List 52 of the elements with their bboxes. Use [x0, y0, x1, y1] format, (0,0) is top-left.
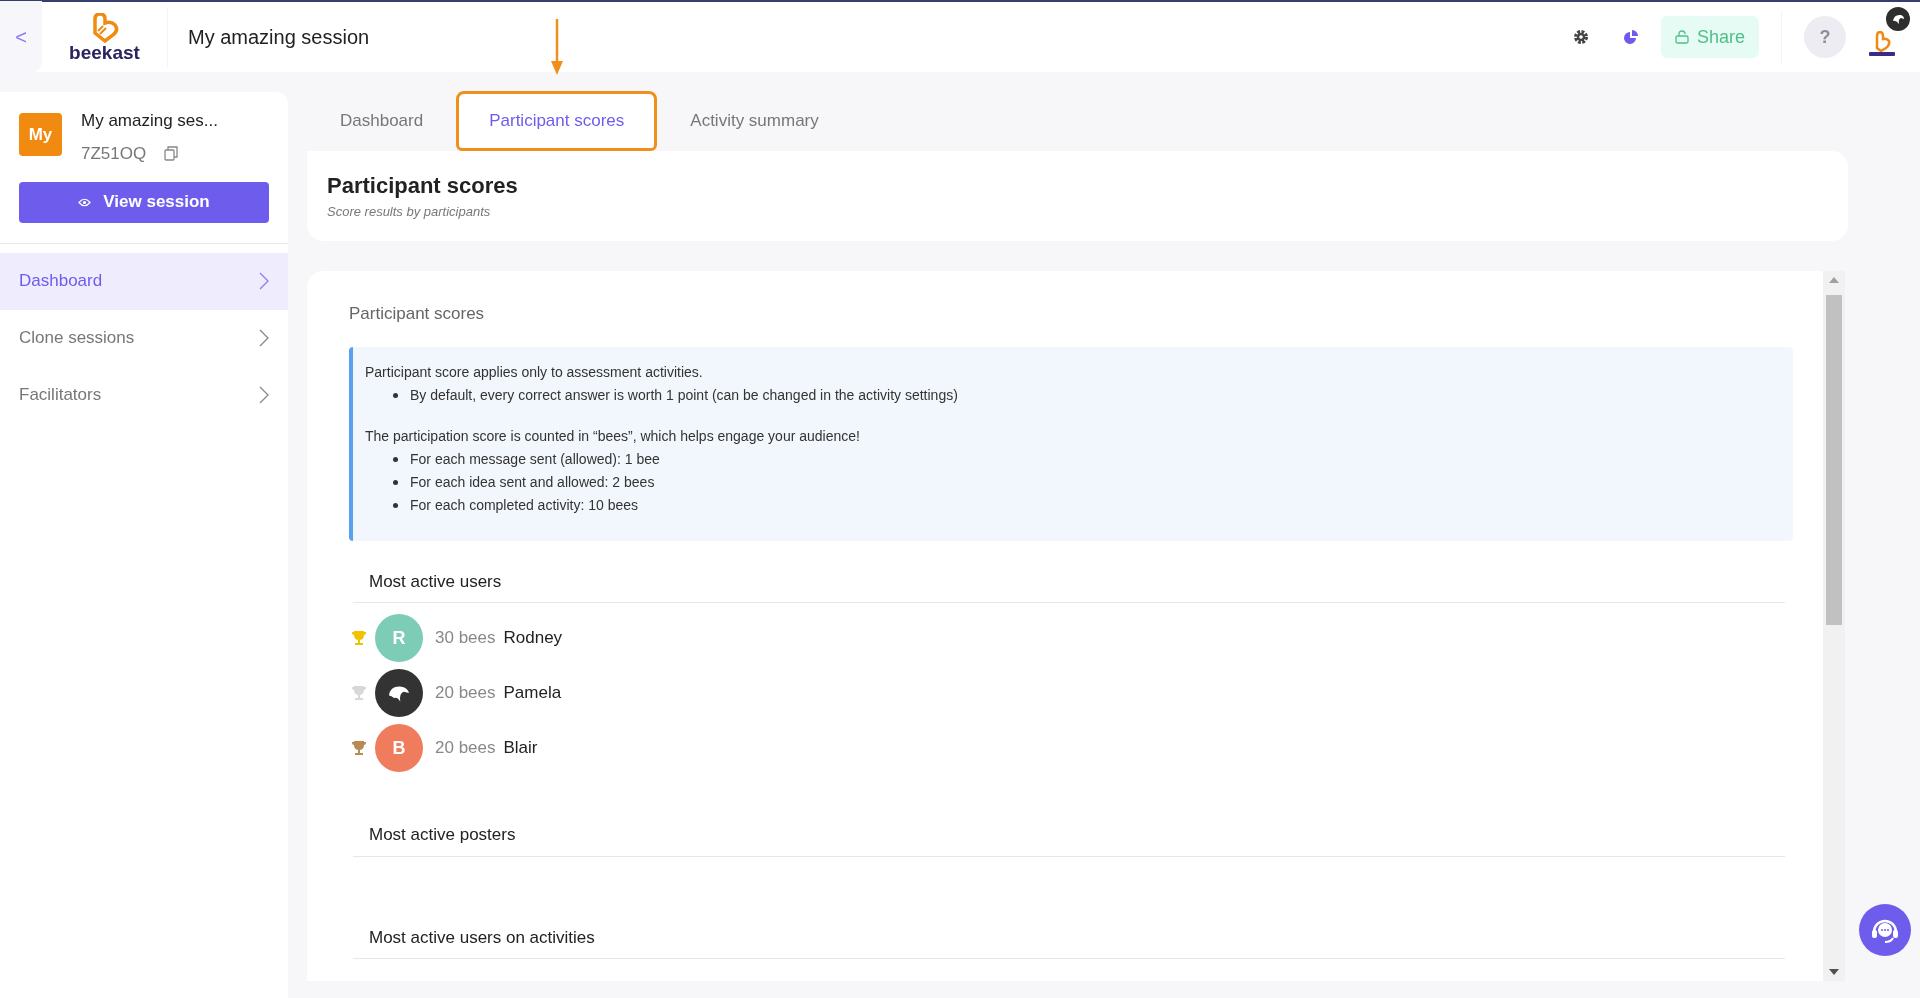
session-badge: My — [19, 113, 62, 156]
scrollbar-thumb[interactable] — [1826, 295, 1842, 625]
info-text: The participation score is counted in “bees”, which helps engage your audience! — [365, 426, 861, 446]
sidebar-item[interactable]: Clone sessions — [0, 309, 288, 367]
bullet-icon — [393, 479, 398, 485]
user-name: Blair — [503, 737, 538, 760]
scrollbar[interactable] — [1823, 271, 1845, 981]
section-title: Most active users on activities — [369, 927, 595, 947]
page-subtitle: Score results by participants — [327, 203, 492, 221]
avatar: R — [375, 614, 423, 662]
user-score: 20 bees — [435, 737, 496, 760]
scroll-down-icon[interactable] — [1829, 969, 1839, 975]
annotation-arrow — [549, 19, 564, 75]
lock-icon — [1674, 30, 1689, 44]
info-bullet: For each idea sent and allowed: 2 bees — [410, 472, 655, 492]
info-bullet: For each completed activity: 10 bees — [410, 495, 638, 515]
view-session-button[interactable]: View session — [19, 181, 269, 223]
session-code: 7Z51OQ — [81, 143, 147, 165]
user-name: Pamela — [503, 682, 562, 705]
bullet-icon — [393, 392, 398, 398]
tab[interactable]: Participant scores — [456, 91, 658, 151]
chevron-right-icon — [259, 386, 269, 404]
tab[interactable]: Activity summary — [657, 91, 852, 151]
panel-title: Participant scores — [349, 303, 486, 325]
avatar-badge-icon — [1886, 7, 1910, 31]
session-title: My amazing session — [188, 25, 370, 50]
section-title: Most active posters — [369, 825, 516, 844]
info-text: Participant score applies only to assessment activities. — [365, 362, 704, 382]
page-title: Participant scores — [327, 172, 519, 200]
user-score: 30 bees — [435, 627, 496, 650]
chevron-right-icon — [259, 329, 269, 347]
sidebar-item[interactable]: Dashboard — [0, 252, 288, 310]
info-bullet: By default, every correct answer is worth 1 point (can be changed in the activity settings) — [410, 385, 958, 405]
chevron-right-icon — [259, 272, 269, 290]
session-name: My amazing ses... — [81, 110, 218, 132]
avatar: B — [375, 724, 423, 772]
support-chat-button[interactable] — [1859, 904, 1911, 956]
eye-icon — [78, 197, 92, 207]
settings-icon[interactable] — [1572, 29, 1589, 45]
logo-text: beekast — [69, 42, 140, 62]
help-button[interactable]: ? — [1804, 16, 1846, 58]
bullet-icon — [393, 502, 398, 508]
section-title: Most active users — [369, 571, 502, 591]
copy-icon[interactable] — [164, 146, 179, 162]
sidebar-item[interactable]: Facilitators — [0, 366, 288, 424]
user-name: Rodney — [503, 627, 563, 650]
info-bullet: For each message sent (allowed): 1 bee — [410, 449, 660, 469]
bullet-icon — [393, 456, 398, 462]
tab[interactable]: Dashboard — [307, 91, 457, 151]
user-score: 20 bees — [435, 682, 496, 705]
back-button[interactable]: < — [0, 1, 42, 73]
pie-chart-icon[interactable] — [1622, 29, 1639, 45]
